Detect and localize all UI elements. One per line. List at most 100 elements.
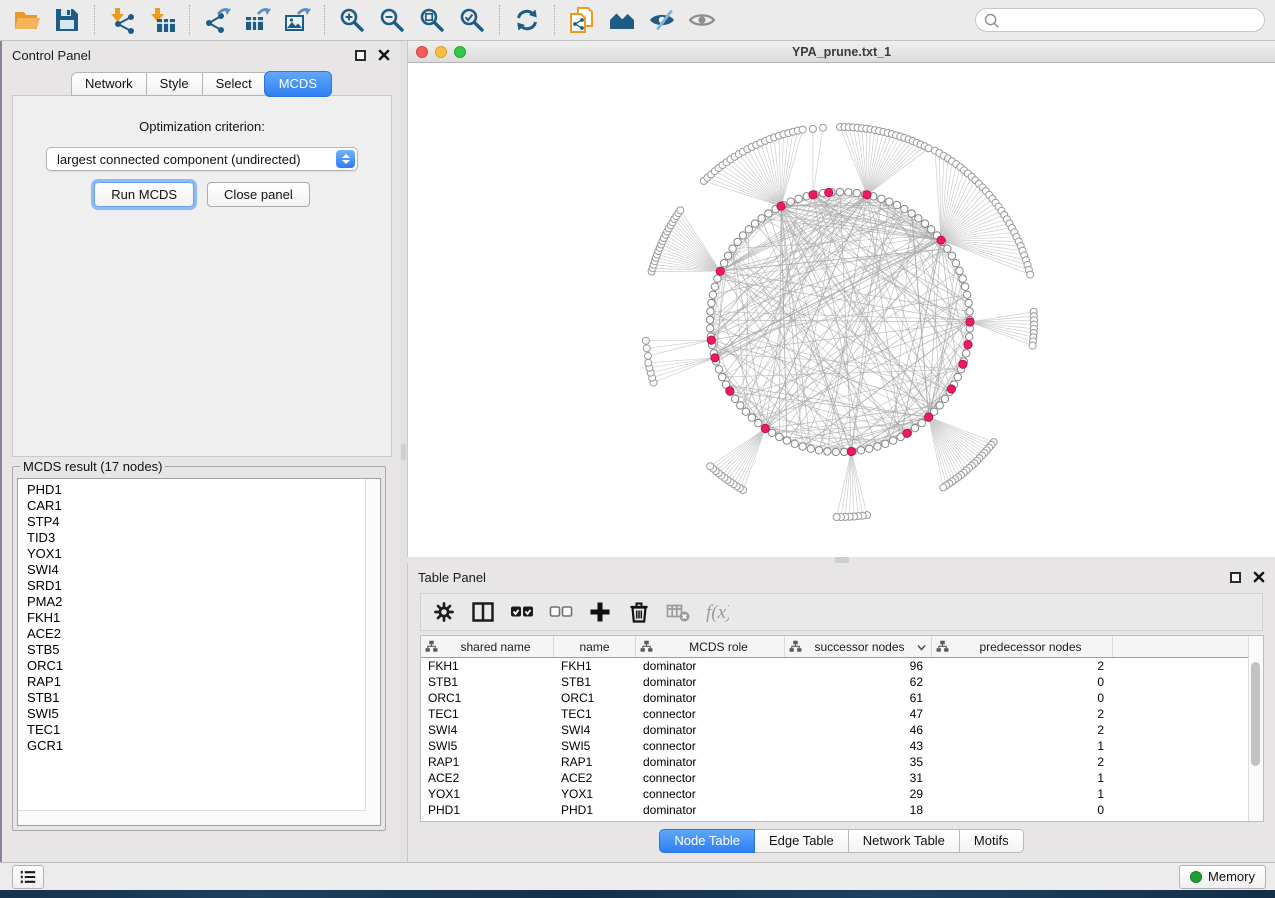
list-icon xyxy=(18,869,38,885)
table-row[interactable]: FKH1FKH1dominator962 xyxy=(421,658,1263,674)
mcds-result-list[interactable]: PHD1CAR1STP4TID3YOX1SWI4SRD1PMA2FKH1ACE2… xyxy=(17,478,381,826)
mcds-result-node[interactable]: PMA2 xyxy=(27,594,366,610)
column-header-name[interactable]: name xyxy=(554,636,636,657)
column-header-MCDS-role[interactable]: MCDS role xyxy=(636,636,785,657)
delete-column-button[interactable] xyxy=(624,597,654,627)
table-row[interactable]: TEC1TEC1connector472 xyxy=(421,706,1263,722)
table-row[interactable]: ACE2ACE2connector311 xyxy=(421,770,1263,786)
clone-network-button[interactable] xyxy=(562,3,602,37)
close-panel-button[interactable]: Close panel xyxy=(207,182,310,207)
table-cell: SWI5 xyxy=(554,739,636,753)
close-panel-icon[interactable] xyxy=(378,49,390,61)
table-row[interactable]: RAP1RAP1dominator352 xyxy=(421,754,1263,770)
import-table-button[interactable] xyxy=(142,3,182,37)
column-header-successor-nodes[interactable]: successor nodes xyxy=(785,636,932,657)
table-vscrollbar[interactable] xyxy=(1248,636,1263,821)
tab-mcds[interactable]: MCDS xyxy=(264,71,332,97)
export-network-button[interactable] xyxy=(197,3,237,37)
table-cell: 1 xyxy=(932,787,1113,801)
show-all-button[interactable] xyxy=(682,3,722,37)
tab-edge-table[interactable]: Edge Table xyxy=(755,829,849,853)
deselect-all-button[interactable] xyxy=(546,597,576,627)
mcds-result-node[interactable]: TEC1 xyxy=(27,722,366,738)
mcds-result-node[interactable]: STB1 xyxy=(27,690,366,706)
table-row[interactable]: YOX1YOX1connector291 xyxy=(421,786,1263,802)
column-header-predecessor-nodes[interactable]: predecessor nodes xyxy=(932,636,1113,657)
mcds-list-vscrollbar[interactable] xyxy=(365,479,380,811)
mcds-result-node[interactable]: SWI4 xyxy=(27,562,366,578)
tab-select[interactable]: Select xyxy=(202,72,265,96)
tab-node-table[interactable]: Node Table xyxy=(659,829,755,853)
show-panels-button[interactable] xyxy=(12,865,44,889)
mcds-result-node[interactable]: RAP1 xyxy=(27,674,366,690)
search-icon xyxy=(983,12,1000,29)
table-row[interactable]: STB1STB1dominator620 xyxy=(421,674,1263,690)
zoom-in-button[interactable] xyxy=(332,3,372,37)
column-header-shared-name[interactable]: shared name xyxy=(421,636,554,657)
table-cell: dominator xyxy=(636,723,785,737)
mcds-list-hscrollbar[interactable] xyxy=(18,810,366,825)
import-network-button[interactable] xyxy=(102,3,142,37)
search-field[interactable] xyxy=(975,8,1265,32)
mcds-result-node[interactable]: STB5 xyxy=(27,642,366,658)
tab-network-table[interactable]: Network Table xyxy=(849,829,960,853)
refresh-layout-button[interactable] xyxy=(507,3,547,37)
zoom-out-button[interactable] xyxy=(372,3,412,37)
mcds-result-node[interactable]: ORC1 xyxy=(27,658,366,674)
mcds-tab-content: Optimization criterion: largest connecte… xyxy=(12,95,392,457)
delete-table-icon xyxy=(666,600,690,624)
vertical-splitter[interactable] xyxy=(400,41,407,862)
export-image-button[interactable] xyxy=(277,3,317,37)
float-panel-icon[interactable] xyxy=(355,50,366,61)
tab-style[interactable]: Style xyxy=(146,72,202,96)
network-window-titlebar[interactable]: YPA_prune.txt_1 xyxy=(408,41,1275,63)
zoom-selected-button[interactable] xyxy=(452,3,492,37)
tab-network[interactable]: Network xyxy=(71,72,146,96)
mcds-result-node[interactable]: SRD1 xyxy=(27,578,366,594)
settings-gear-button[interactable] xyxy=(429,597,459,627)
settings-gear-icon xyxy=(432,600,456,624)
select-all-button[interactable] xyxy=(507,597,537,627)
hide-selected-button[interactable] xyxy=(642,3,682,37)
open-file-button[interactable] xyxy=(7,3,47,37)
zoom-fit-button[interactable] xyxy=(412,3,452,37)
export-table-button[interactable] xyxy=(237,3,277,37)
chevron-down-icon[interactable] xyxy=(917,638,926,656)
table-cell: SWI4 xyxy=(554,723,636,737)
network-canvas[interactable] xyxy=(408,63,1275,557)
float-table-panel-icon[interactable] xyxy=(1230,572,1241,583)
table-scroll-thumb[interactable] xyxy=(1251,662,1260,766)
mcds-result-node[interactable]: GCR1 xyxy=(27,738,366,754)
run-mcds-button[interactable]: Run MCDS xyxy=(94,182,194,207)
mcds-result-node[interactable]: YOX1 xyxy=(27,546,366,562)
zoom-in-icon xyxy=(339,7,366,34)
search-input[interactable] xyxy=(1004,12,1264,28)
column-header-label: name xyxy=(554,640,635,654)
mcds-result-node[interactable]: CAR1 xyxy=(27,498,366,514)
optimization-criterion-select[interactable]: largest connected component (undirected) xyxy=(46,147,358,171)
vertical-splitter-grip[interactable] xyxy=(401,444,406,460)
first-neighbors-icon xyxy=(609,7,636,34)
mcds-result-node[interactable]: TID3 xyxy=(27,530,366,546)
export-table-icon xyxy=(244,7,271,34)
close-table-panel-icon[interactable] xyxy=(1253,571,1265,583)
column-header-label: MCDS role xyxy=(653,640,784,654)
table-row[interactable]: SWI5SWI5connector431 xyxy=(421,738,1263,754)
column-chooser-button[interactable] xyxy=(468,597,498,627)
svg-text:f(x): f(x) xyxy=(706,602,729,623)
memory-button[interactable]: Memory xyxy=(1179,865,1266,889)
mcds-result-node[interactable]: SWI5 xyxy=(27,706,366,722)
mcds-result-node[interactable]: ACE2 xyxy=(27,626,366,642)
table-row[interactable]: PHD1PHD1dominator180 xyxy=(421,802,1263,818)
tab-motifs[interactable]: Motifs xyxy=(960,829,1024,853)
mcds-result-node[interactable]: STP4 xyxy=(27,514,366,530)
first-neighbors-button[interactable] xyxy=(602,3,642,37)
save-session-button[interactable] xyxy=(47,3,87,37)
table-row[interactable]: SWI4SWI4dominator462 xyxy=(421,722,1263,738)
table-row[interactable]: ORC1ORC1dominator610 xyxy=(421,690,1263,706)
import-network-icon xyxy=(109,7,136,34)
mcds-result-node[interactable]: FKH1 xyxy=(27,610,366,626)
mcds-result-node[interactable]: PHD1 xyxy=(27,482,366,498)
table-cell: 47 xyxy=(785,707,932,721)
add-column-button[interactable] xyxy=(585,597,615,627)
